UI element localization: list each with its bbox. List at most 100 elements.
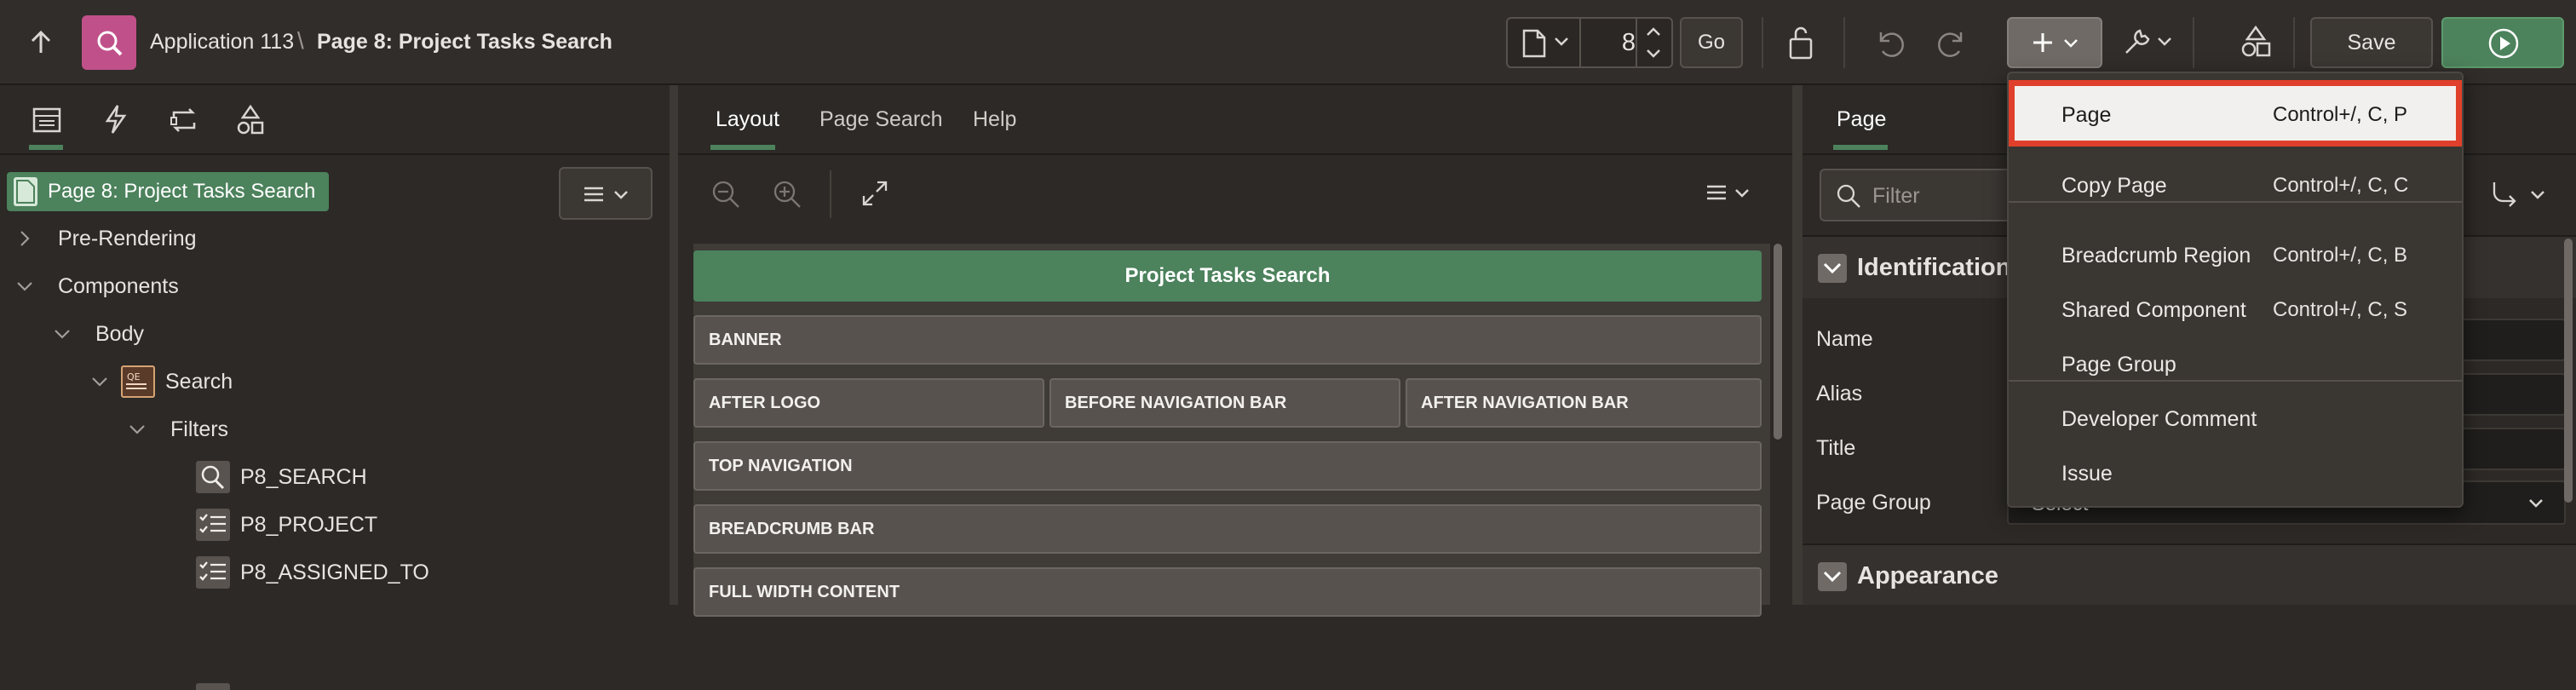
banner-slot[interactable]: BANNER <box>693 315 1762 365</box>
chevron-down-icon[interactable] <box>2157 36 2172 48</box>
alias-label: Alias <box>1816 382 1863 405</box>
chevron-down-icon <box>613 189 629 201</box>
undo-icon[interactable] <box>1872 26 1906 60</box>
arrow-up-icon[interactable] <box>26 27 56 58</box>
redo-icon[interactable] <box>1935 26 1969 60</box>
tree-node-pre-rendering[interactable]: Pre-Rendering <box>15 215 197 262</box>
expand-icon[interactable] <box>860 179 889 208</box>
app-icon[interactable] <box>82 15 136 70</box>
chevron-down-icon[interactable] <box>1646 48 1661 60</box>
section-title: Appearance <box>1857 562 1999 589</box>
lock-icon[interactable] <box>1785 24 1820 61</box>
menu-item-page-group[interactable]: Page Group <box>2009 337 2462 392</box>
chevron-down-icon[interactable] <box>128 420 147 439</box>
menu-item-breadcrumb-region[interactable]: Breadcrumb Region Control+/, C, B <box>2009 228 2462 283</box>
menu-item-label: Shared Component <box>2061 297 2246 322</box>
chevron-up-icon[interactable] <box>1646 26 1661 37</box>
shapes-icon[interactable] <box>2239 24 2273 60</box>
run-page-button[interactable] <box>2441 17 2564 68</box>
layout-scrollbar[interactable] <box>1774 244 1782 440</box>
page-number-input[interactable]: 8 <box>1584 29 1636 57</box>
dynamic-actions-icon[interactable] <box>102 104 128 135</box>
tree-node-label: Components <box>58 273 179 298</box>
page-header-region[interactable]: Project Tasks Search <box>693 250 1762 302</box>
play-icon <box>2487 27 2520 60</box>
tree-node-label: Filters <box>170 417 229 441</box>
tree-node-body[interactable]: Body <box>53 310 144 358</box>
rendering-tab-icon[interactable] <box>32 107 61 133</box>
chevron-down-icon[interactable] <box>15 277 34 296</box>
zoom-in-icon[interactable] <box>772 179 802 210</box>
page-title: Page 8: Project Tasks Search <box>317 30 612 54</box>
search-facet-icon <box>196 461 230 493</box>
menu-item-shortcut: Control+/, C, P <box>2273 103 2408 126</box>
before-navigation-bar-slot[interactable]: BEFORE NAVIGATION BAR <box>1049 378 1400 428</box>
after-navigation-bar-slot[interactable]: AFTER NAVIGATION BAR <box>1406 378 1762 428</box>
chevron-right-icon[interactable] <box>15 229 34 248</box>
appearance-section-header[interactable]: Appearance <box>1803 545 2576 605</box>
tree-node-p8-assigned-to[interactable]: P8_ASSIGNED_TO <box>196 549 429 596</box>
tree-node-label: P8_ASSIGNED_TO <box>240 560 429 584</box>
top-navigation-slot[interactable]: TOP NAVIGATION <box>693 441 1762 491</box>
collapse-icon[interactable] <box>1818 254 1847 283</box>
list-icon[interactable] <box>1705 184 1728 201</box>
tree-options-button[interactable] <box>559 167 653 220</box>
wrench-icon[interactable] <box>2121 24 2155 58</box>
layout-canvas: Project Tasks Search BANNER AFTER LOGO B… <box>693 244 1782 617</box>
chevron-down-icon[interactable] <box>2530 189 2545 201</box>
menu-item-page[interactable]: Page Control+/, C, P <box>2009 80 2462 147</box>
page-group-label: Page Group <box>1816 491 1931 515</box>
tab-page[interactable]: Page <box>1837 107 1886 132</box>
save-button[interactable]: Save <box>2310 17 2433 68</box>
create-menu-button[interactable] <box>2007 17 2102 68</box>
tab-page-search[interactable]: Page Search <box>819 107 943 132</box>
shared-components-icon[interactable] <box>235 104 266 136</box>
menu-item-label: Developer Comment <box>2061 406 2257 431</box>
menu-item-shared-component[interactable]: Shared Component Control+/, C, S <box>2009 283 2462 337</box>
after-logo-slot[interactable]: AFTER LOGO <box>693 378 1044 428</box>
svg-text:QE: QE <box>127 371 141 382</box>
full-width-content-slot[interactable]: FULL WIDTH CONTENT <box>693 567 1762 617</box>
menu-item-shortcut: Control+/, C, B <box>2273 244 2408 267</box>
menu-item-shortcut: Control+/, C, S <box>2273 298 2408 321</box>
chevron-down-icon[interactable] <box>53 325 72 343</box>
tree-node-partial <box>196 683 230 690</box>
right-splitter[interactable] <box>1792 85 1803 605</box>
menu-item-shortcut: Control+/, C, C <box>2273 174 2409 197</box>
menu-item-copy-page[interactable]: Copy Page Control+/, C, C <box>2009 158 2462 213</box>
page-icon <box>14 177 37 206</box>
search-region-icon: QE <box>121 365 155 398</box>
tree-node-p8-project[interactable]: P8_PROJECT <box>196 501 377 549</box>
tab-layout[interactable]: Layout <box>716 107 779 132</box>
zoom-out-icon[interactable] <box>710 179 741 210</box>
menu-item-label: Breadcrumb Region <box>2061 243 2251 267</box>
collapse-icon[interactable] <box>1818 562 1847 591</box>
chevron-down-icon[interactable] <box>90 372 109 391</box>
breadcrumb-app[interactable]: Application 113 <box>150 30 294 55</box>
breadcrumb-bar-slot[interactable]: BREADCRUMB BAR <box>693 504 1762 554</box>
tree-root-page[interactable]: Page 8: Project Tasks Search <box>7 172 329 211</box>
left-splitter[interactable] <box>670 85 678 605</box>
tree-node-p8-search[interactable]: P8_SEARCH <box>196 453 367 501</box>
menu-item-issue[interactable]: Issue <box>2009 446 2462 501</box>
processing-icon[interactable] <box>169 106 199 135</box>
go-to-group-icon[interactable] <box>2489 179 2523 210</box>
property-scrollbar[interactable] <box>2564 239 2573 503</box>
tree-node-search-region[interactable]: QE Search <box>90 358 233 405</box>
chevron-down-icon[interactable] <box>1734 187 1750 199</box>
tab-help[interactable]: Help <box>973 107 1016 132</box>
tree-node-label: Search <box>165 369 233 394</box>
checkbox-facet-icon <box>196 556 230 589</box>
go-button[interactable]: Go <box>1680 17 1743 68</box>
section-title: Identification <box>1857 254 2011 281</box>
plus-icon <box>2031 31 2055 55</box>
tree-node-filters[interactable]: Filters <box>128 405 228 453</box>
chevron-down-icon <box>2528 497 2544 509</box>
tree-node-label: Body <box>95 321 144 346</box>
chevron-down-icon <box>1554 36 1569 48</box>
page-selector[interactable]: 8 <box>1506 17 1673 68</box>
list-icon <box>583 186 605 203</box>
tree-node-components[interactable]: Components <box>15 262 179 310</box>
menu-item-developer-comment[interactable]: Developer Comment <box>2009 392 2462 446</box>
menu-item-label: Page <box>2061 103 2112 127</box>
